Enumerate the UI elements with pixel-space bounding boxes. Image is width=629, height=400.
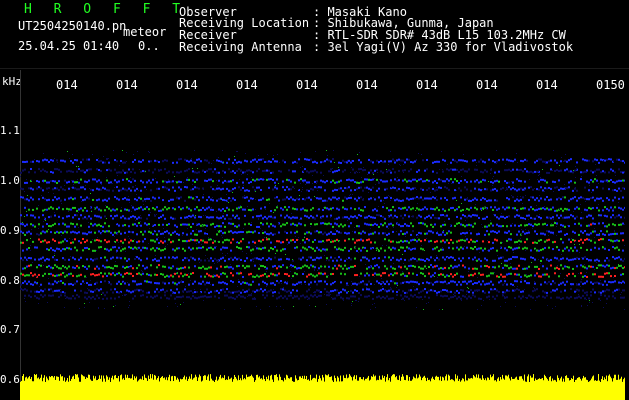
file-name: UT2504250140.pn bbox=[18, 19, 127, 33]
header-divider bbox=[0, 68, 629, 69]
extra-label: 0.. bbox=[138, 39, 160, 53]
ytick-label: 0.8 bbox=[0, 274, 20, 287]
mode-label: meteor bbox=[123, 25, 167, 39]
baseline-noise bbox=[20, 374, 625, 400]
spectrogram bbox=[20, 150, 625, 400]
unit-label: kHz bbox=[2, 75, 22, 88]
antenna-value: : 3el Yagi(V) Az 330 for Vladivostok bbox=[313, 40, 574, 54]
ytick-label: 0.9 bbox=[0, 224, 20, 237]
datetime-label: 25.04.25 01:40 bbox=[18, 39, 120, 53]
spectrogram-noise bbox=[20, 150, 625, 310]
ytick-label: 0.6 bbox=[0, 373, 20, 386]
app-title: H R O F F T bbox=[24, 2, 188, 17]
antenna-label: Receiving Antenna bbox=[179, 40, 302, 54]
ytick-label: 0.7 bbox=[0, 323, 20, 336]
ytick-label: 1.0 bbox=[0, 174, 20, 187]
ytick-label: 1.1 bbox=[0, 124, 20, 137]
